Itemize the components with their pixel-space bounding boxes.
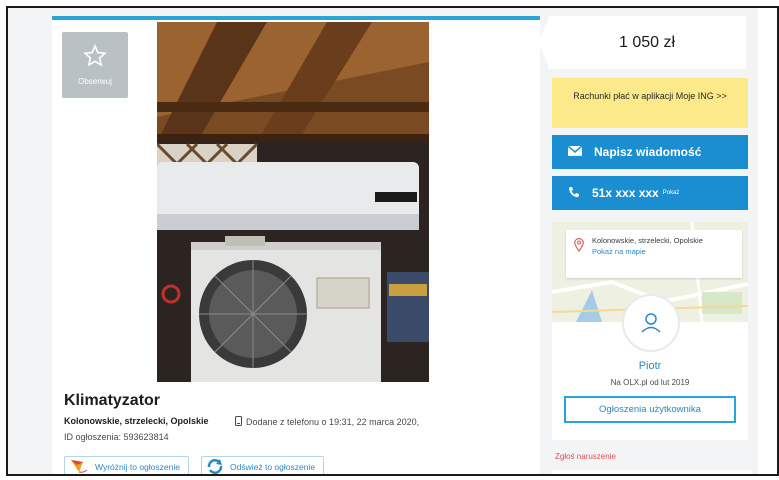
user-ads-button[interactable]: Ogłoszenia użytkownika <box>564 396 736 423</box>
browser-frame: Obserwuj Klimatyzator Kolonowskie, strze… <box>6 6 779 476</box>
user-icon <box>641 313 661 333</box>
right-strip <box>758 8 777 474</box>
bottom-strip <box>552 470 752 474</box>
observe-button[interactable]: Obserwuj <box>62 32 128 98</box>
map-location-box: Kolonowskie, strzelecki, Opolskie Pokaż … <box>566 230 742 278</box>
ing-banner-text: Rachunki płać w aplikacji Moje ING >> <box>573 91 727 101</box>
avatar[interactable] <box>622 294 680 352</box>
price-value: 1 050 zł <box>618 33 676 51</box>
report-link[interactable]: Zgłoś naruszenie <box>555 452 616 461</box>
send-message-button[interactable]: Napisz wiadomość <box>552 135 748 169</box>
price-box: 1 050 zł <box>548 16 746 69</box>
ad-id: ID ogłoszenia: 593623814 <box>64 432 169 442</box>
user-since: Na OLX.pl od lut 2019 <box>610 378 690 387</box>
user-name[interactable]: Piotr <box>552 360 748 372</box>
ing-banner[interactable]: Rachunki płać w aplikacji Moje ING >> <box>552 78 748 128</box>
refresh-ad-label: Odśwież to ogłoszenie <box>230 462 316 472</box>
map-pin-icon <box>574 238 584 254</box>
phone-icon <box>568 186 580 201</box>
mobile-icon <box>235 416 242 428</box>
refresh-ad-button[interactable]: Odśwież to ogłoszenie <box>201 456 325 474</box>
ad-panel: Obserwuj Klimatyzator Kolonowskie, strze… <box>52 16 540 474</box>
observe-label: Obserwuj <box>78 77 112 86</box>
user-ads-label: Ogłoszenia użytkownika <box>599 404 701 415</box>
highlight-ad-label: Wyróżnij to ogłoszenie <box>95 462 180 472</box>
ad-added-text: Dodane z telefonu o 19:31, 22 marca 2020… <box>246 417 420 427</box>
highlight-ad-button[interactable]: Wyróżnij to ogłoszenie <box>64 456 189 474</box>
kite-icon <box>69 458 89 474</box>
show-on-map-link[interactable]: Pokaż na mapie <box>592 247 736 256</box>
phone-number: 51x xxx xxx <box>592 186 659 200</box>
send-message-label: Napisz wiadomość <box>594 145 702 159</box>
star-icon <box>83 44 107 67</box>
user-card: Kolonowskie, strzelecki, Opolskie Pokaż … <box>552 222 748 440</box>
ad-added-info: Dodane z telefonu o 19:31, 22 marca 2020… <box>235 416 419 428</box>
map-location-text: Kolonowskie, strzelecki, Opolskie <box>592 236 703 245</box>
ad-title: Klimatyzator <box>64 392 161 409</box>
refresh-icon <box>206 458 224 474</box>
envelope-icon <box>567 145 583 159</box>
phone-reveal-label[interactable]: Pokaż <box>663 190 680 196</box>
ad-photo[interactable] <box>157 22 429 382</box>
show-phone-button[interactable]: 51x xxx xxx Pokaż <box>552 176 748 210</box>
ad-location: Kolonowskie, strzelecki, Opolskie <box>64 416 209 426</box>
air-conditioner-photo <box>157 22 429 382</box>
